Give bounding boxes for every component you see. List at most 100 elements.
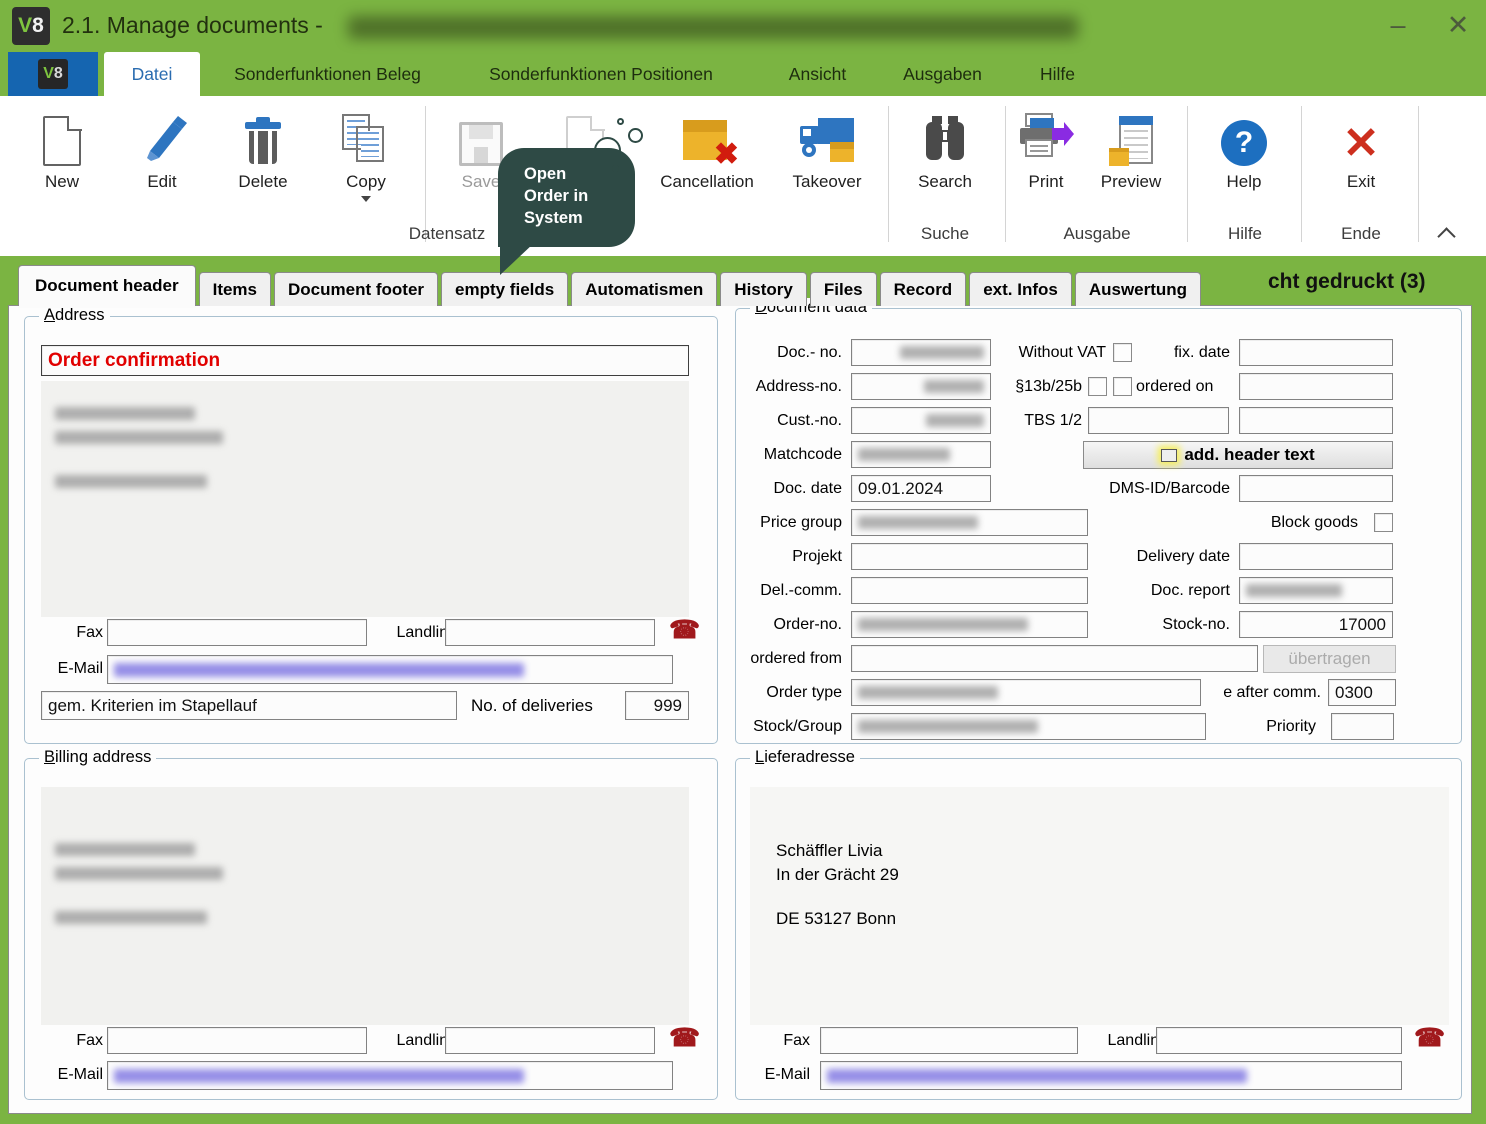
fax-label: Fax: [756, 1027, 810, 1054]
stock-no-input[interactable]: 17000: [1239, 611, 1393, 638]
billing-email-input[interactable]: [107, 1061, 673, 1090]
p13b-checkbox[interactable]: [1088, 377, 1107, 396]
cancellation-button[interactable]: ✖ Cancellation: [652, 106, 762, 192]
edit-button[interactable]: Edit: [112, 106, 212, 192]
address-fieldset: Address Order confirmation Fax Landline …: [24, 316, 718, 744]
tbs1-input[interactable]: [1088, 407, 1229, 434]
tab-document-footer[interactable]: Document footer: [274, 272, 438, 306]
ribbon-tab-row: V8 Datei Sonderfunktionen Beleg Sonderfu…: [0, 52, 1486, 96]
toolbar-separator: [1301, 106, 1302, 242]
fix-date-input[interactable]: [1239, 339, 1393, 366]
ribbon-tab-hilfe[interactable]: Hilfe: [1015, 52, 1100, 96]
search-button[interactable]: Search: [895, 106, 995, 192]
tab-auswertung[interactable]: Auswertung: [1075, 272, 1201, 306]
priority-label: Priority: [1236, 713, 1316, 740]
ribbon-tab-sonderfunktionen-positionen[interactable]: Sonderfunktionen Positionen: [455, 52, 747, 96]
doc-report-input[interactable]: [1239, 577, 1393, 604]
tab-history[interactable]: History: [720, 272, 807, 306]
billing-fax-input[interactable]: [107, 1027, 367, 1054]
tab-items[interactable]: Items: [199, 272, 271, 306]
email-input[interactable]: [107, 655, 673, 684]
priority-input[interactable]: [1331, 713, 1394, 740]
p25b-checkbox[interactable]: [1113, 377, 1132, 396]
matchcode-input[interactable]: [851, 441, 991, 468]
document-type-field[interactable]: Order confirmation: [41, 345, 689, 376]
billing-landline-input[interactable]: [445, 1027, 655, 1054]
delivery-landline-input[interactable]: [1156, 1027, 1402, 1054]
del-comm-input[interactable]: [851, 577, 1088, 604]
ribbon-tab-sonderfunktionen-beleg[interactable]: Sonderfunktionen Beleg: [210, 52, 445, 96]
trash-icon: [243, 114, 283, 166]
ordered-on-input[interactable]: [1239, 373, 1393, 400]
stock-group-input[interactable]: [851, 713, 1206, 740]
del-comm-label: Del.-comm.: [736, 577, 842, 604]
ordered-from-input[interactable]: [851, 645, 1258, 672]
minimize-button[interactable]: –: [1378, 10, 1418, 41]
doc-no-input[interactable]: [851, 339, 991, 366]
help-button[interactable]: ? Help: [1194, 106, 1294, 192]
red-x-icon: ✕: [1343, 122, 1380, 166]
toolbar: New Edit Delete Copy Save: [0, 96, 1486, 256]
group-label-ende: Ende: [1330, 224, 1392, 244]
price-group-input[interactable]: [851, 509, 1088, 536]
tbs2-input[interactable]: [1239, 407, 1393, 434]
tab-record[interactable]: Record: [880, 272, 967, 306]
doc-date-input[interactable]: 09.01.2024: [851, 475, 991, 502]
title-bar: V8 2.1. Manage documents - – ✕: [0, 0, 1486, 52]
close-button[interactable]: ✕: [1438, 10, 1478, 41]
redacted-email: [114, 663, 524, 677]
phone-icon[interactable]: ☎: [1414, 1025, 1445, 1052]
ordered-on-label: ordered on: [1136, 373, 1232, 400]
deliveries-input[interactable]: 999: [625, 691, 689, 720]
delivery-email-input[interactable]: [820, 1061, 1402, 1090]
stock-group-label: Stock/Group: [736, 713, 842, 740]
cust-no-input[interactable]: [851, 407, 991, 434]
batch-criteria-field[interactable]: gem. Kriterien im Stapellauf: [41, 691, 457, 720]
delivery-date-input[interactable]: [1239, 543, 1393, 570]
cust-no-label: Cust.-no.: [736, 407, 842, 434]
fax-input[interactable]: [107, 619, 367, 646]
tab-empty-fields[interactable]: empty fields: [441, 272, 568, 306]
redacted-text: [55, 911, 207, 924]
tab-document-header[interactable]: Document header: [18, 265, 196, 306]
redacted-text: [858, 516, 978, 529]
price-group-label: Price group: [736, 509, 842, 536]
delete-button[interactable]: Delete: [213, 106, 313, 192]
projekt-input[interactable]: [851, 543, 1088, 570]
ribbon-tab-ansicht[interactable]: Ansicht: [765, 52, 870, 96]
new-button[interactable]: New: [12, 106, 112, 192]
landline-input[interactable]: [445, 619, 655, 646]
without-vat-checkbox[interactable]: [1113, 343, 1132, 362]
dropdown-caret-icon[interactable]: [361, 196, 371, 202]
uebertragen-button: übertragen: [1263, 645, 1396, 673]
block-goods-checkbox[interactable]: [1374, 513, 1393, 532]
collapse-ribbon-chevron[interactable]: [1437, 227, 1455, 245]
after-comm-label: e after comm.: [1206, 679, 1321, 706]
copy-button[interactable]: Copy: [316, 106, 416, 202]
toolbar-separator: [1418, 106, 1419, 242]
order-type-input[interactable]: [851, 679, 1201, 706]
delivery-fax-input[interactable]: [820, 1027, 1078, 1054]
binoculars-icon: [895, 106, 995, 166]
ribbon-tab-ausgaben[interactable]: Ausgaben: [885, 52, 1000, 96]
address-no-input[interactable]: [851, 373, 991, 400]
takeover-button[interactable]: Takeover: [777, 106, 877, 192]
dms-id-input[interactable]: [1239, 475, 1393, 502]
exit-button[interactable]: ✕ Exit: [1311, 106, 1411, 192]
preview-button[interactable]: Preview: [1081, 106, 1181, 192]
ribbon-tab-datei[interactable]: Datei: [104, 52, 200, 96]
after-comm-input[interactable]: 0300: [1328, 679, 1396, 706]
add-header-text-button[interactable]: add. header text: [1083, 441, 1393, 469]
email-label: E-Mail: [748, 1061, 810, 1088]
tab-automatismen[interactable]: Automatismen: [571, 272, 717, 306]
tab-ext-infos[interactable]: ext. Infos: [969, 272, 1072, 306]
order-no-input[interactable]: [851, 611, 1088, 638]
redacted-text: [926, 414, 984, 427]
ribbon-file-button[interactable]: V8: [8, 52, 98, 96]
truck-parcel-icon: [777, 106, 877, 166]
delivery-address-fieldset: Lieferadresse Schäffler Livia In der Grä…: [735, 758, 1462, 1100]
copy-pages-icon: [342, 114, 390, 166]
phone-icon[interactable]: ☎: [669, 617, 700, 644]
phone-icon[interactable]: ☎: [669, 1025, 700, 1052]
tab-files[interactable]: Files: [810, 272, 877, 306]
